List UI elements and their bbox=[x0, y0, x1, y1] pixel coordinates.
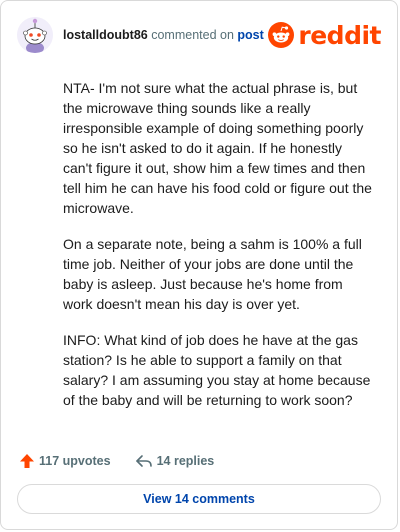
snoo-avatar-icon bbox=[17, 17, 53, 53]
reddit-logo[interactable]: reddit bbox=[268, 18, 381, 52]
upvote-count: 117 upvotes bbox=[39, 454, 111, 468]
commented-on-text: commented on bbox=[151, 28, 234, 42]
comment-card: lostalldoubt86 commented on post reddit … bbox=[0, 0, 398, 530]
comment-paragraph: On a separate note, being a sahm is 100%… bbox=[63, 236, 362, 312]
arrow-up-icon bbox=[20, 454, 34, 468]
replies-button[interactable]: 14 replies bbox=[135, 453, 215, 469]
comment-body: NTA- I'm not sure what the actual phrase… bbox=[63, 78, 373, 426]
reddit-wordmark: reddit bbox=[298, 20, 381, 50]
avatar[interactable] bbox=[17, 17, 53, 53]
upvote-button[interactable]: 117 upvotes bbox=[19, 453, 111, 469]
comment-paragraph: NTA- I'm not sure what the actual phrase… bbox=[63, 80, 372, 216]
post-link[interactable]: post bbox=[237, 28, 263, 42]
view-comments-button[interactable]: View 14 comments bbox=[17, 484, 381, 514]
reply-arrow-icon bbox=[135, 455, 152, 467]
comment-actions: 117 upvotes 14 replies bbox=[19, 450, 214, 472]
username[interactable]: lostalldoubt86 bbox=[63, 28, 148, 42]
reddit-snoo-icon bbox=[268, 22, 295, 48]
comment-meta: lostalldoubt86 commented on post bbox=[63, 27, 264, 43]
reply-count: 14 replies bbox=[156, 454, 215, 468]
comment-paragraph: INFO: What kind of job does he have at t… bbox=[63, 332, 371, 408]
comment-header: lostalldoubt86 commented on post reddit bbox=[17, 17, 381, 53]
